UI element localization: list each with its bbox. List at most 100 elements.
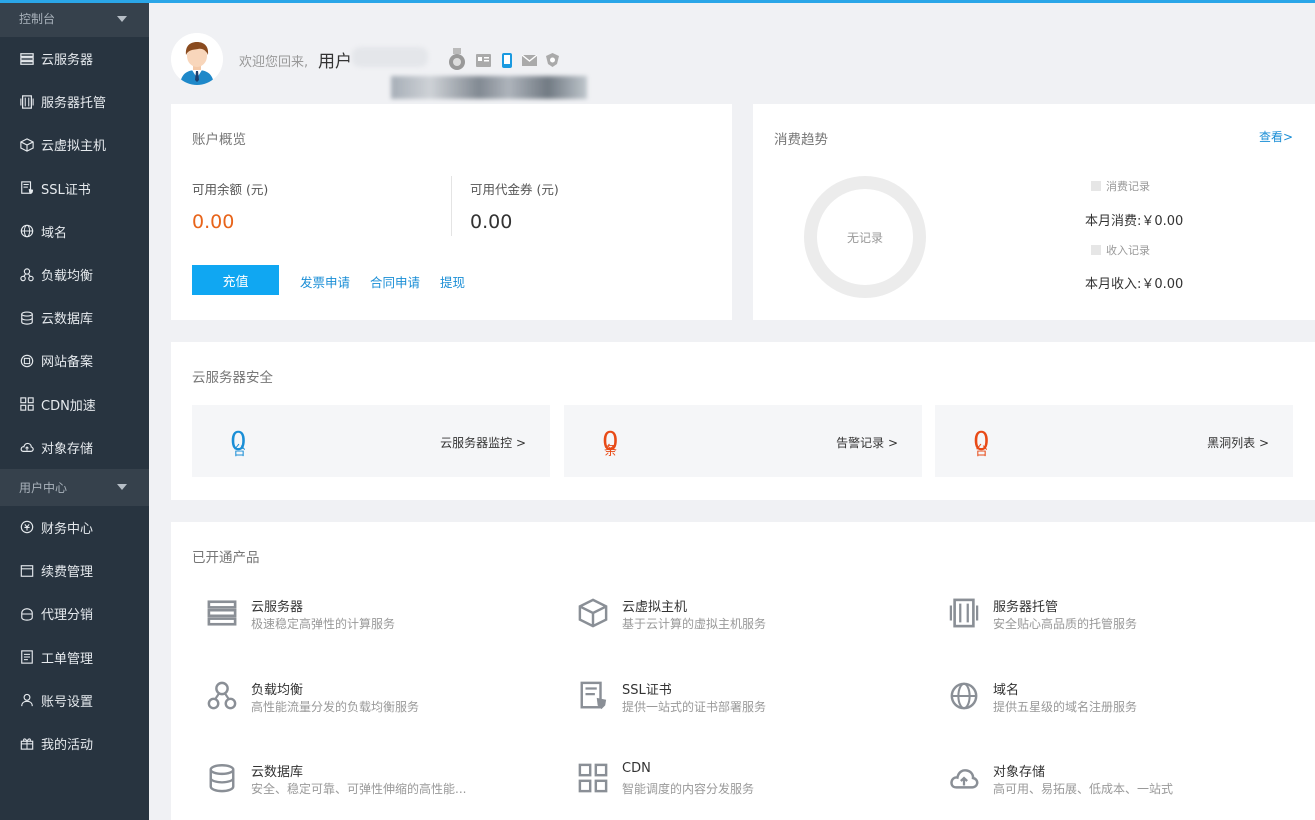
- globe-icon: [19, 223, 35, 239]
- product-item[interactable]: 云服务器 极速稳定高弹性的计算服务: [207, 596, 547, 640]
- chevron-down-icon: [117, 15, 127, 22]
- cloud-server-security-card: 云服务器安全 0 台云服务器监控 >0 条告警记录 >0 台黑洞列表 >: [171, 342, 1315, 500]
- welcome-greeting: 欢迎您回来,: [239, 55, 309, 70]
- cloud-upload-icon: [19, 439, 35, 455]
- server-icon: [19, 51, 35, 67]
- server-rack-icon: [949, 598, 981, 630]
- sidebar-item[interactable]: 云虚拟主机: [0, 123, 149, 166]
- product-description: 提供五星级的域名注册服务: [993, 700, 1138, 714]
- no-record-text: 无记录: [846, 230, 883, 245]
- sidebar-item[interactable]: 服务器托管: [0, 80, 149, 123]
- product-name: 对象存储: [993, 765, 1046, 780]
- sidebar-item[interactable]: 域名: [0, 210, 149, 253]
- product-description: 高性能流量分发的负载均衡服务: [251, 700, 420, 714]
- security-stat-box: 0 台云服务器监控 >: [192, 405, 550, 477]
- month-income: 本月收入:￥0.00: [1085, 277, 1184, 292]
- user-icon: [19, 692, 35, 708]
- security-unit: 条: [604, 444, 618, 459]
- product-item[interactable]: 负载均衡 高性能流量分发的负载均衡服务: [207, 679, 547, 723]
- id-card-icon[interactable]: [476, 53, 491, 68]
- month-spend: 本月消费:￥0.00: [1085, 214, 1184, 229]
- legend-spend-label: 消费记录: [1106, 180, 1150, 193]
- agent-icon: [19, 606, 35, 622]
- product-description: 高可用、易拓展、低成本、一站式: [993, 782, 1174, 796]
- product-description: 提供一站式的证书部署服务: [622, 700, 767, 714]
- spending-trend-card: 消费趋势 查看> 无记录 消费记录 本月消费:￥0.00 收入记录 本月收入:￥…: [753, 104, 1315, 320]
- load-balance-icon: [207, 681, 239, 713]
- voucher-label: 可用代金券 (元): [470, 182, 559, 197]
- product-name: 云虚拟主机: [622, 600, 688, 615]
- sidebar-item[interactable]: 网站备案: [0, 339, 149, 382]
- sidebar: 控制台 云服务器服务器托管 云虚拟主机 SSL证书域名负载均衡云数据库网站备案 CDN…: [0, 0, 149, 820]
- cube-icon: [578, 598, 610, 630]
- security-unit: 台: [233, 444, 247, 459]
- recharge-button[interactable]: 充值: [192, 265, 279, 295]
- sidebar-item-label: 网站备案: [41, 355, 94, 371]
- sidebar-item[interactable]: 对象存储: [0, 426, 149, 469]
- product-item[interactable]: CDN 智能调度的内容分发服务: [578, 761, 918, 805]
- sidebar-item[interactable]: 账号设置: [0, 679, 149, 722]
- product-item[interactable]: 云虚拟主机 基于云计算的虚拟主机服务: [578, 596, 918, 640]
- voucher-value: 0.00: [470, 211, 513, 233]
- sidebar-item[interactable]: SSL证书: [0, 167, 149, 210]
- divider: [451, 176, 452, 236]
- sidebar-item[interactable]: 云数据库: [0, 296, 149, 339]
- withdraw-link[interactable]: 提现: [440, 272, 465, 291]
- product-item[interactable]: 域名 提供五星级的域名注册服务: [949, 679, 1289, 723]
- sidebar-item[interactable]: 负载均衡: [0, 253, 149, 296]
- product-item[interactable]: 云数据库 安全、稳定可靠、可弹性伸缩的高性能...: [207, 761, 547, 805]
- sidebar-item-label: 域名: [41, 225, 68, 241]
- contract-request-link[interactable]: 合同申请: [370, 272, 420, 291]
- certificate-icon: [19, 180, 35, 196]
- record-icon: [19, 353, 35, 369]
- mobile-icon[interactable]: [499, 52, 514, 68]
- security-detail-link[interactable]: 云服务器监控 >: [440, 434, 526, 451]
- sidebar-item-label: 负载均衡: [41, 269, 94, 285]
- sidebar-item-label: 我的活动: [41, 737, 94, 753]
- gift-icon: [19, 735, 35, 751]
- sidebar-item[interactable]: 财务中心: [0, 506, 149, 549]
- finance-icon: [19, 519, 35, 535]
- sidebar-item-label: 对象存储: [41, 441, 94, 457]
- shield-icon[interactable]: [545, 53, 560, 68]
- legend-income-label: 收入记录: [1106, 244, 1150, 257]
- sidebar-group-label: 用户中心: [19, 480, 68, 495]
- product-name: CDN: [622, 761, 651, 776]
- email-icon[interactable]: [522, 53, 537, 68]
- avatar[interactable]: [171, 33, 223, 85]
- product-description: 极速稳定高弹性的计算服务: [251, 617, 396, 631]
- verification-icons: [446, 48, 560, 72]
- product-description: 安全、稳定可靠、可弹性伸缩的高性能...: [251, 782, 467, 796]
- security-stat-box: 0 条告警记录 >: [564, 405, 922, 477]
- security-detail-link[interactable]: 告警记录 >: [836, 434, 898, 451]
- legend-swatch: [1091, 245, 1101, 255]
- welcome-bar: 欢迎您回来, 用户: [171, 33, 771, 99]
- security-title: 云服务器安全: [192, 370, 273, 386]
- sidebar-item[interactable]: 工单管理: [0, 635, 149, 678]
- product-item[interactable]: 服务器托管 安全贴心高品质的托管服务: [949, 596, 1289, 640]
- redacted-account-info: [391, 76, 587, 99]
- database-icon: [207, 763, 239, 795]
- product-item[interactable]: SSL证书 提供一站式的证书部署服务: [578, 679, 918, 723]
- balance-label: 可用余额 (元): [192, 182, 269, 197]
- sidebar-item[interactable]: 代理分销: [0, 592, 149, 635]
- sidebar-item-label: 代理分销: [41, 608, 94, 624]
- view-more-link[interactable]: 查看>: [1259, 128, 1293, 145]
- sidebar-item[interactable]: CDN加速: [0, 383, 149, 426]
- sidebar-group-console[interactable]: 控制台: [0, 0, 149, 37]
- sidebar-item-label: 云服务器: [41, 53, 94, 69]
- medal-icon[interactable]: [446, 48, 468, 72]
- security-detail-link[interactable]: 黑洞列表 >: [1207, 434, 1269, 451]
- sidebar-group-user-center[interactable]: 用户中心: [0, 468, 149, 506]
- certificate-icon: [578, 681, 610, 713]
- product-item[interactable]: 对象存储高可用、易拓展、低成本、一站式: [949, 761, 1289, 805]
- sidebar-item[interactable]: 云服务器: [0, 37, 149, 80]
- spending-donut-chart: 无记录: [804, 176, 926, 298]
- invoice-request-link[interactable]: 发票申请: [300, 272, 350, 291]
- globe-icon: [949, 681, 981, 713]
- sidebar-item-label: SSL证书: [41, 182, 91, 198]
- sidebar-item[interactable]: 续费管理: [0, 549, 149, 592]
- security-stat-box: 0 台黑洞列表 >: [935, 405, 1293, 477]
- sidebar-item[interactable]: 我的活动: [0, 722, 149, 765]
- sidebar-item-label: 续费管理: [41, 565, 94, 581]
